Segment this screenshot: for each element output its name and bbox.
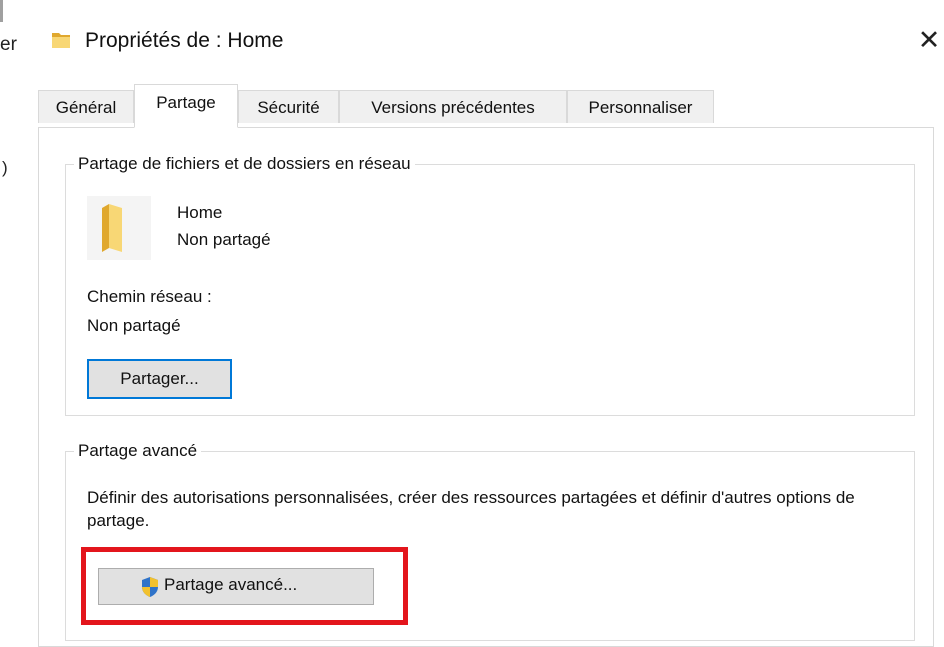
network-path-label: Chemin réseau : — [87, 287, 212, 306]
folder-icon — [52, 33, 70, 48]
network-path-value: Non partagé — [87, 316, 181, 335]
background-window-edge — [0, 0, 3, 22]
title-bar[interactable]: Propriétés de : Home ✕ — [24, 0, 944, 76]
red-annotation-box — [81, 547, 408, 625]
tab-strip: Général Partage Sécurité Versions précéd… — [38, 84, 798, 128]
background-window-strip: er ) — [0, 0, 24, 625]
tab-security[interactable]: Sécurité — [238, 90, 339, 123]
folder-share-status: Non partagé — [177, 230, 271, 249]
tab-customize[interactable]: Personnaliser — [567, 90, 714, 123]
tab-previous-versions[interactable]: Versions précédentes — [339, 90, 567, 123]
window-title: Propriétés de : Home — [85, 29, 284, 52]
close-button[interactable]: ✕ — [914, 20, 944, 60]
network-sharing-group: Partage de fichiers et de dossiers en ré… — [65, 151, 915, 416]
folder-name: Home — [177, 203, 223, 222]
network-sharing-group-title: Partage de fichiers et de dossiers en ré… — [74, 151, 415, 177]
background-text-fragment: ) — [2, 158, 8, 177]
folder-tile — [87, 196, 151, 260]
share-button[interactable]: Partager... — [87, 359, 232, 399]
advanced-sharing-description: Définir des autorisations personnalisées… — [87, 488, 855, 530]
close-icon: ✕ — [917, 25, 941, 55]
tab-sharing[interactable]: Partage — [134, 84, 238, 128]
advanced-sharing-group-title: Partage avancé — [74, 438, 202, 464]
background-text-fragment: er — [0, 34, 17, 55]
tab-general[interactable]: Général — [38, 90, 134, 123]
properties-dialog: Propriétés de : Home ✕ Général Partage S… — [24, 0, 944, 647]
folder-icon — [102, 204, 122, 252]
